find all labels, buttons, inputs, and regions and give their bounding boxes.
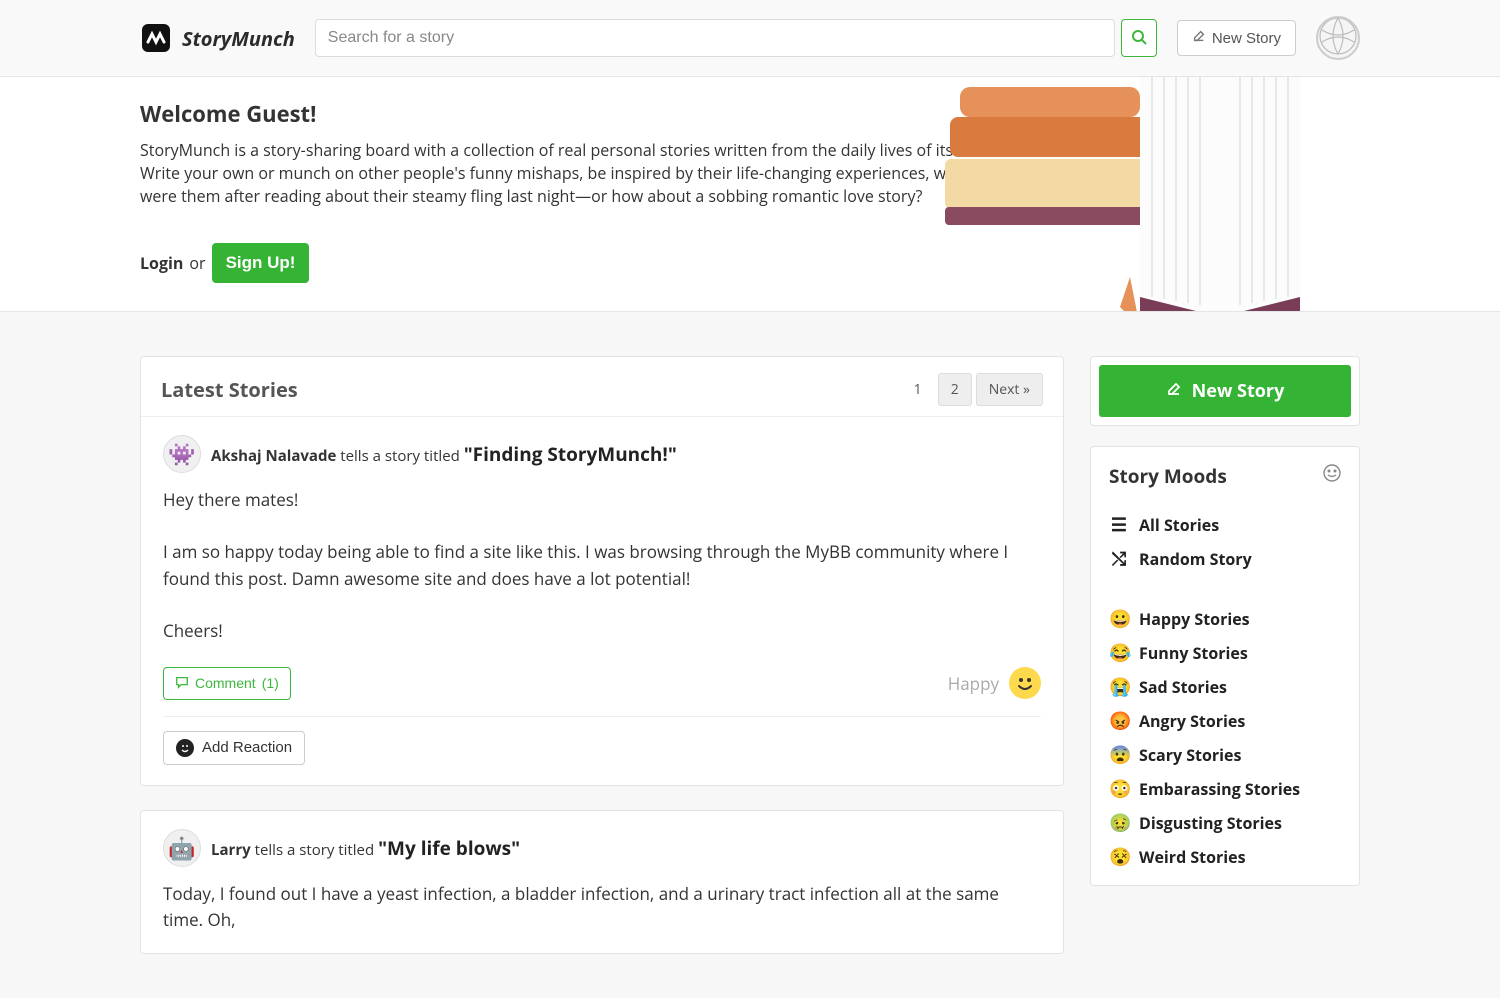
pagination: 1 2 Next »: [902, 373, 1043, 406]
funny-icon: 😂: [1109, 641, 1129, 665]
latest-stories-card: Latest Stories 1 2 Next » 👾 Akshaj Nalav…: [140, 356, 1064, 786]
mood-label: Happy Stories: [1139, 608, 1250, 630]
mood-label: Sad Stories: [1139, 676, 1227, 698]
brand-name: StoryMunch: [182, 25, 295, 52]
author-name[interactable]: Akshaj Nalavade: [211, 446, 336, 466]
author-avatar[interactable]: 🤖: [163, 829, 201, 867]
user-avatar[interactable]: [1316, 16, 1360, 60]
story-moods-title: Story Moods: [1109, 463, 1227, 489]
latest-stories-title: Latest Stories: [161, 376, 298, 403]
happy-icon: [1009, 667, 1041, 699]
edit-icon: [1166, 379, 1182, 403]
comment-button[interactable]: Comment (1): [163, 667, 291, 700]
mood-label: Embarassing Stories: [1139, 778, 1300, 800]
tells-label: tells a story titled: [340, 446, 460, 466]
story-title[interactable]: "Finding StoryMunch!": [464, 441, 677, 467]
welcome-title: Welcome Guest!: [140, 99, 1010, 129]
smiley-icon: [176, 739, 194, 757]
new-story-button-header[interactable]: New Story: [1177, 20, 1296, 56]
login-link[interactable]: Login: [140, 252, 183, 274]
header-bar: StoryMunch New Story: [0, 0, 1500, 77]
embarassing-icon: 😳: [1109, 777, 1129, 801]
disgusting-icon: 🤢: [1109, 811, 1129, 835]
mood-label: Angry Stories: [1139, 710, 1245, 732]
mood-label: Scary Stories: [1139, 744, 1241, 766]
welcome-hero: Welcome Guest! StoryMunch is a story-sha…: [0, 77, 1500, 312]
story-card: 🤖 Larry tells a story titled "My life bl…: [140, 810, 1064, 955]
list-icon: ☰: [1109, 513, 1129, 537]
story-title[interactable]: "My life blows": [378, 835, 520, 861]
welcome-description: StoryMunch is a story-sharing board with…: [140, 139, 1010, 209]
mood-scary[interactable]: 😨 Scary Stories: [1109, 743, 1341, 767]
mood-label: Weird Stories: [1139, 846, 1246, 868]
story-body: Hey there mates! I am so happy today bei…: [163, 487, 1041, 645]
comment-count: (1): [262, 675, 279, 691]
sad-icon: 😭: [1109, 675, 1129, 699]
comment-label: Comment: [195, 675, 256, 691]
add-reaction-label: Add Reaction: [202, 739, 292, 756]
all-stories-label: All Stories: [1139, 514, 1219, 536]
brand-logo[interactable]: StoryMunch: [140, 22, 295, 54]
new-story-button-sidebar[interactable]: New Story: [1099, 365, 1351, 417]
happy-icon: 😀: [1109, 607, 1129, 631]
auth-or: or: [189, 252, 205, 274]
signup-button[interactable]: Sign Up!: [212, 243, 310, 283]
story-moods-card: Story Moods ☰ All Stories ⤭ Random Story: [1090, 446, 1360, 886]
mood-angry[interactable]: 😡 Angry Stories: [1109, 709, 1341, 733]
mood-sad[interactable]: 😭 Sad Stories: [1109, 675, 1341, 699]
books-illustration: [940, 77, 1410, 312]
globe-icon: [1318, 16, 1358, 60]
search-button[interactable]: [1121, 19, 1157, 57]
new-story-label: New Story: [1192, 379, 1285, 403]
story-body: Today, I found out I have a yeast infect…: [163, 881, 1041, 934]
shuffle-icon: ⤭: [1109, 547, 1129, 571]
comment-icon: [175, 675, 189, 692]
add-reaction-button[interactable]: Add Reaction: [163, 731, 305, 765]
new-story-card: New Story: [1090, 356, 1360, 426]
tells-label: tells a story titled: [255, 840, 375, 860]
search-icon: [1131, 29, 1147, 48]
smile-outline-icon: [1323, 464, 1341, 487]
search-input[interactable]: [315, 19, 1115, 57]
mood-funny[interactable]: 😂 Funny Stories: [1109, 641, 1341, 665]
auth-row: Login or Sign Up!: [140, 243, 1010, 283]
all-stories-link[interactable]: ☰ All Stories: [1109, 513, 1341, 537]
mood-happy[interactable]: 😀 Happy Stories: [1109, 607, 1341, 631]
random-story-label: Random Story: [1139, 548, 1252, 570]
mood-embarassing[interactable]: 😳 Embarassing Stories: [1109, 777, 1341, 801]
page-next-button[interactable]: Next »: [976, 373, 1043, 406]
angry-icon: 😡: [1109, 709, 1129, 733]
mood-label: Happy: [948, 672, 999, 695]
new-story-label: New Story: [1212, 30, 1281, 47]
logo-icon: [140, 22, 172, 54]
mood-label: Disgusting Stories: [1139, 812, 1282, 834]
author-avatar[interactable]: 👾: [163, 435, 201, 473]
edit-icon: [1192, 29, 1206, 47]
page-current: 1: [902, 374, 934, 405]
mood-disgusting[interactable]: 🤢 Disgusting Stories: [1109, 811, 1341, 835]
search-form: [315, 19, 1157, 57]
page-2-button[interactable]: 2: [938, 373, 972, 406]
story-mood: Happy: [948, 667, 1041, 699]
author-name[interactable]: Larry: [211, 840, 251, 860]
scary-icon: 😨: [1109, 743, 1129, 767]
random-story-link[interactable]: ⤭ Random Story: [1109, 547, 1341, 571]
mood-label: Funny Stories: [1139, 642, 1248, 664]
story-item: 👾 Akshaj Nalavade tells a story titled "…: [141, 416, 1063, 785]
